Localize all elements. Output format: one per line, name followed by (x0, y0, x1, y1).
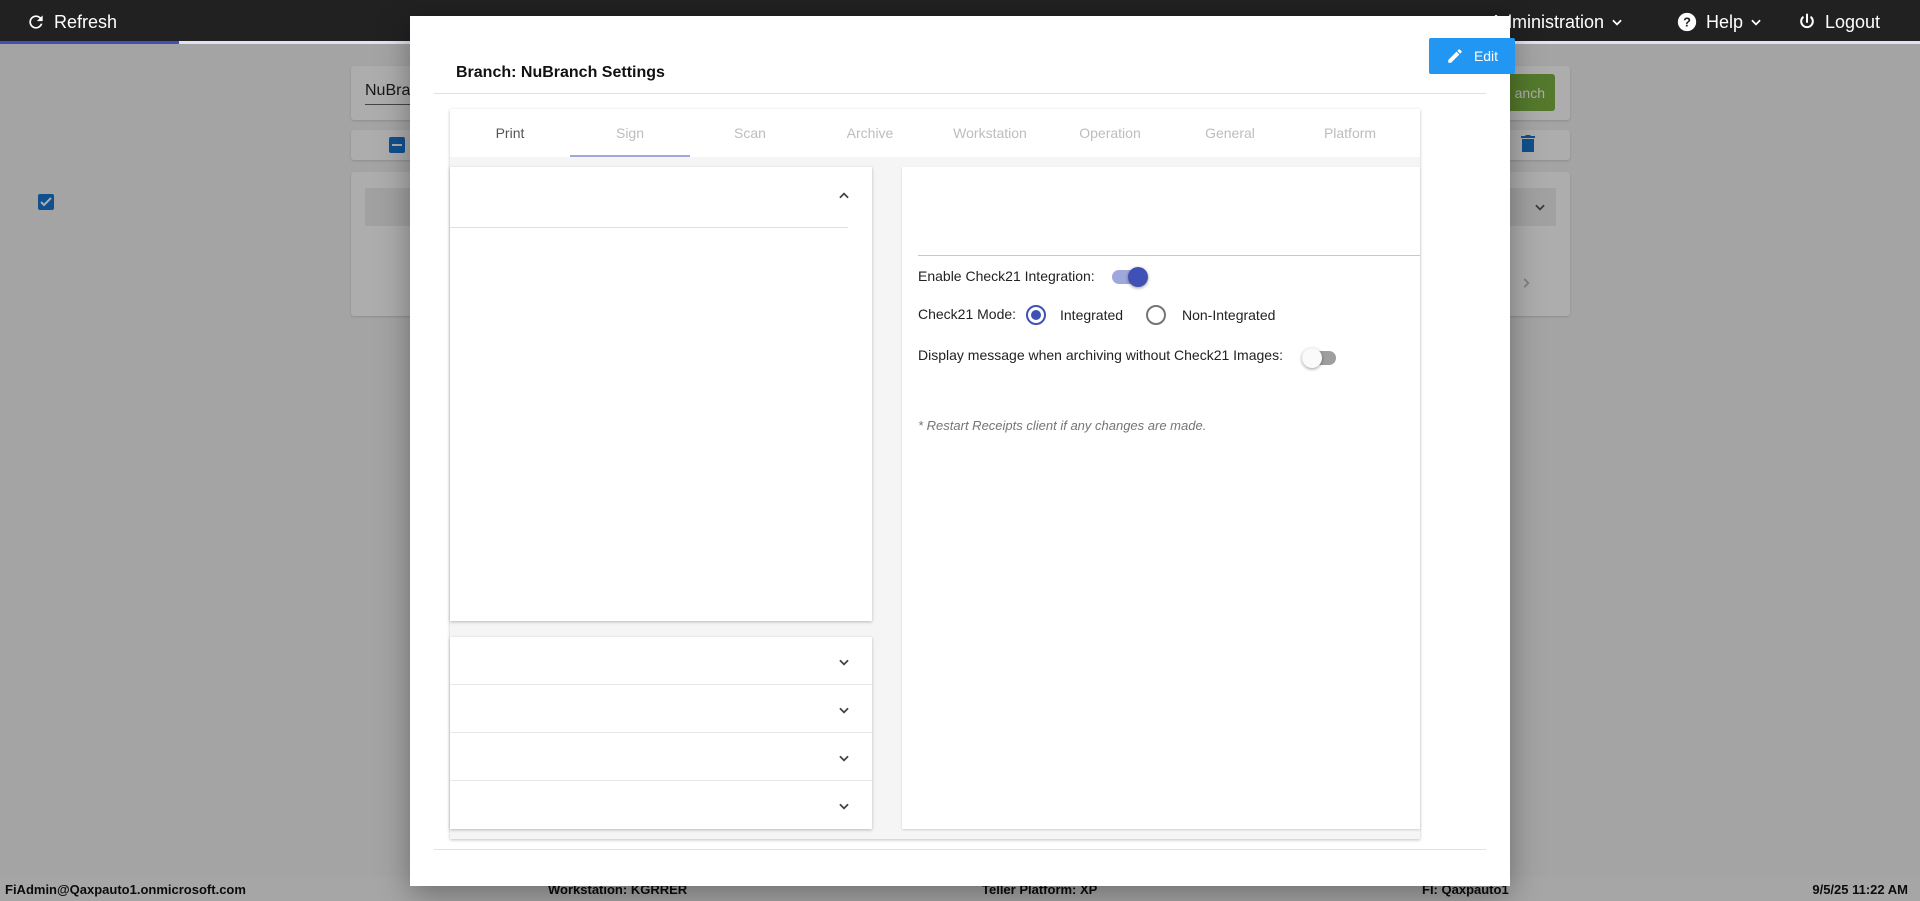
dialog-title: Branch: NuBranch Settings (456, 64, 665, 81)
collapsed-panel-1[interactable] (450, 637, 872, 685)
refresh-label: Refresh (54, 11, 118, 32)
chevron-down-icon (1612, 19, 1622, 26)
panel-divider (450, 227, 848, 228)
toggle-knob (1302, 348, 1322, 368)
integrated-radio-label: Integrated (1060, 307, 1124, 323)
panel-divider (918, 255, 1420, 256)
dialog-header: Branch: NuBranch Settings Edit (434, 38, 1515, 94)
settings-tabs: Print Sign Scan Archive Workstation Oper… (450, 109, 1420, 157)
collapsed-panel-3[interactable] (450, 733, 872, 781)
tab-archive[interactable]: Archive (810, 109, 930, 157)
tab-general[interactable]: General (1170, 109, 1290, 157)
integrated-radio[interactable] (1026, 305, 1046, 325)
tab-workstation[interactable]: Workstation (930, 109, 1050, 157)
help-icon: ? (1677, 12, 1697, 32)
svg-text:?: ? (1683, 15, 1691, 30)
collapsed-panels (450, 637, 872, 829)
branch-settings-dialog: Branch: NuBranch Settings Edit Print Sig… (410, 16, 1515, 886)
refresh-button[interactable]: Refresh (26, 0, 117, 44)
sign-settings-panel: Enable Check21 Integration: Check21 Mode… (902, 167, 1420, 829)
help-label: Help (1706, 11, 1744, 32)
collapsed-panel-2[interactable] (450, 685, 872, 733)
chevron-down-icon (839, 707, 849, 714)
tab-print[interactable]: Print (450, 109, 570, 157)
chevron-down-icon (839, 755, 849, 762)
check21-integration-label: Enable Check21 Integration: (918, 268, 1095, 284)
tab-platform[interactable]: Platform (1290, 109, 1410, 157)
chevron-down-icon (1751, 19, 1761, 26)
dialog-body: Print Sign Scan Archive Workstation Oper… (434, 94, 1486, 850)
logout-label: Logout (1825, 11, 1881, 32)
toggle-knob (1128, 267, 1148, 287)
power-icon (1800, 13, 1814, 29)
settings-card: Print Sign Scan Archive Workstation Oper… (450, 109, 1420, 839)
expanded-panel (450, 167, 872, 621)
edit-label: Edit (1473, 48, 1499, 64)
pencil-icon (1448, 49, 1462, 63)
tab-scan[interactable]: Scan (690, 109, 810, 157)
display-message-label: Display message when archiving without C… (918, 347, 1283, 363)
chevron-down-icon (839, 659, 849, 666)
restart-note: * Restart Receipts client if any changes… (918, 418, 1207, 433)
edit-button[interactable]: Edit (1429, 38, 1515, 74)
tab-operation[interactable]: Operation (1050, 109, 1170, 157)
logout-button[interactable]: Logout (1797, 0, 1880, 44)
collapsed-panel-4[interactable] (450, 781, 872, 829)
check21-mode-label: Check21 Mode: (918, 306, 1017, 322)
chevron-down-icon (839, 803, 849, 810)
chevron-up-icon[interactable] (837, 189, 851, 203)
non-integrated-radio[interactable] (1146, 305, 1166, 325)
tab-sign-label: Sign (615, 125, 645, 141)
non-integrated-radio-label: Non-Integrated (1182, 307, 1276, 323)
tab-sign[interactable]: Sign (570, 109, 690, 157)
help-menu[interactable]: ? Help (1676, 0, 1771, 44)
active-tab-indicator (570, 155, 690, 157)
refresh-icon (29, 15, 43, 29)
